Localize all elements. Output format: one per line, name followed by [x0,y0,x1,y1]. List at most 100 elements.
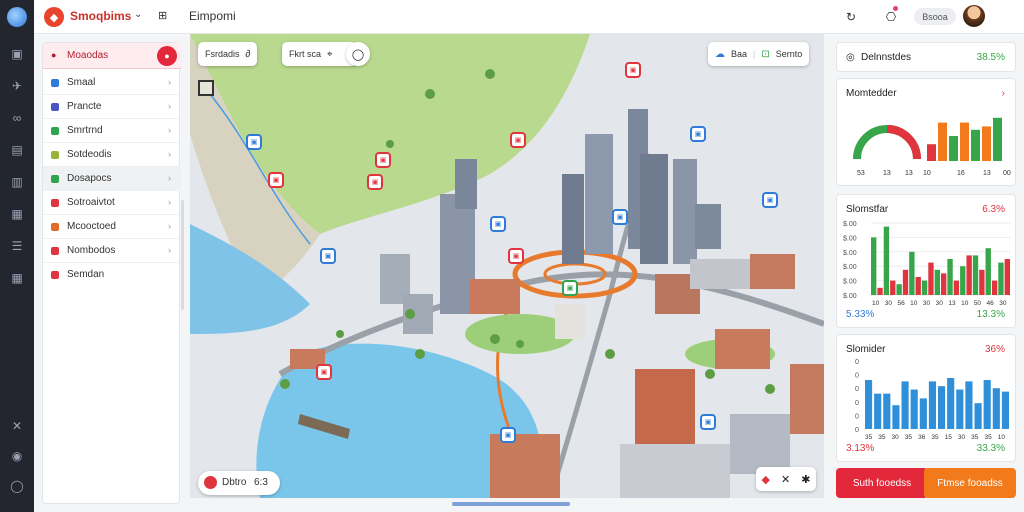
selection-tool[interactable] [198,80,214,96]
y-tick-label: 0 [855,427,859,434]
sidebar-item[interactable]: Dosapocs › [43,167,181,191]
document-icon[interactable]: ▦ [9,206,25,222]
bar-chart-card[interactable]: Slomstfar 6.3% $.00 $.00 $.00 $.00 $.00 $.00 1… [836,194,1016,328]
sidebar-scrollbar[interactable] [181,200,184,310]
sidebar-item[interactable]: Nombodos › [43,239,181,263]
y-tick-label: 0 [855,373,859,380]
chevron-right-icon[interactable]: › [1002,88,1005,99]
tick-label: 13 [905,170,913,177]
table-icon[interactable]: ▦ [9,270,25,286]
notification-badge [893,6,898,11]
building-icon[interactable]: ▤ [9,142,25,158]
tools-icon[interactable]: ✕ [9,418,25,434]
chart-bar [928,381,936,429]
map-pin[interactable]: ▣ [490,216,506,232]
chevron-right-icon: › [168,197,171,207]
item-color-icon [51,103,59,111]
item-color-icon [51,199,59,207]
close-icon[interactable]: ✕ [781,473,790,486]
x-tick-label: 10 [910,300,918,307]
blue-bar-chart: 0 0 0 0 0 0 35 35 30 35 36 35 15 30 35 35 10 [855,359,1009,441]
sidebar-item[interactable]: Sotdeodis › [43,143,181,167]
map-pin[interactable]: ▣ [508,248,524,264]
book-icon[interactable]: ▥ [9,174,25,190]
map-pin[interactable]: ▣ [320,248,336,264]
location-icon: ⌖ [327,48,333,60]
sidebar-item[interactable]: Smrtrnd › [43,119,181,143]
grid-icon[interactable]: ⊞ [158,9,167,22]
sidebar-item[interactable]: Prancte › [43,95,181,119]
add-button[interactable]: ● [157,46,177,66]
tick-label: 13 [883,170,891,177]
chart-bar [909,251,915,295]
map-scrollbar[interactable] [452,502,570,506]
settings-icon[interactable]: ✱ [801,473,810,486]
user-icon[interactable]: ◯ [9,478,25,494]
brand-name[interactable]: Smoqbims [70,9,131,23]
view-toggle[interactable]: ☁ Baa | ⊡ Sernto [708,42,810,66]
x-tick-label: 36 [918,434,926,441]
sidebar-item[interactable]: Sotroaivtot › [43,191,181,215]
map-pin[interactable]: ▣ [690,126,706,142]
sidebar-item[interactable]: Mcooctoed › [43,215,181,239]
refresh-icon[interactable]: ↻ [842,8,860,26]
chart-bar [941,273,947,295]
chart-bar [979,269,985,295]
map-pin[interactable]: ▣ [625,62,641,78]
map-pin[interactable]: ▣ [246,134,262,150]
chart-bar [960,122,969,161]
search-icon[interactable]: ◯ [346,42,370,66]
map-pin[interactable]: ▣ [700,414,716,430]
item-color-icon [51,271,59,279]
chart-bar [928,262,934,295]
status-pill[interactable]: Bsooa [914,8,956,25]
layers-icon[interactable]: ▣ [9,46,25,62]
app-logo-icon[interactable] [7,7,27,27]
y-tick-label: $.00 [843,264,857,271]
chart-bar [865,380,873,429]
column-chart-card[interactable]: Slomider 36% 0 0 0 0 0 0 35 35 30 35 36 35 15 30 35 35 1… [836,334,1016,462]
chart-bar [874,393,882,429]
chart-bar [890,280,896,295]
chart-bar [960,266,966,295]
city-map[interactable]: Fsrdadis ∂ Fkrt sca ⌖ ◯ ☁ Baa | ⊡ Sernto… [190,34,824,498]
chevron-right-icon: › [168,101,171,111]
link-icon[interactable]: ∞ [9,110,25,126]
map-pin[interactable]: ▣ [562,280,578,296]
primary-action-button[interactable]: Suth fooedss [836,468,928,498]
location-pin-icon [204,476,217,489]
notification-icon[interactable]: ⎔ [882,8,900,26]
map-pin[interactable]: ▣ [375,152,391,168]
map-pin[interactable]: ▣ [500,427,516,443]
chevron-down-icon[interactable]: ⌄ [134,9,142,20]
list-icon[interactable]: ☰ [9,238,25,254]
map-status[interactable]: Dbtro 6:3 [198,471,280,495]
map-pin[interactable]: ▣ [762,192,778,208]
avatar[interactable] [963,5,985,27]
sidebar-item[interactable]: Semdan [43,263,181,287]
map-pin[interactable]: ▣ [316,364,332,380]
layer-select[interactable]: Fsrdadis ∂ [198,42,258,66]
summary-card[interactable]: ◎ Delnnstdes 38.5% [836,42,1016,72]
x-tick-label: 10 [961,300,969,307]
gauge-card[interactable]: Momtedder › 53 13 13 10 16 13 00 [836,78,1016,186]
chart-bar [1004,259,1010,295]
chart-bar [972,255,979,295]
map-pin[interactable]: ▣ [367,174,383,190]
x-tick-label: 35 [865,434,873,441]
column-chart-title: Slomider [846,344,886,355]
secondary-action-button[interactable]: Ftmse fooadss [924,468,1016,498]
brand-logo-icon[interactable]: ◆ [44,7,64,27]
map-pin[interactable]: ▣ [612,209,628,225]
sidebar-item[interactable]: Smaal › [43,71,181,95]
chart-bar [871,237,877,295]
plane-icon[interactable]: ✈ [9,78,25,94]
globe-icon[interactable]: ◉ [9,448,25,464]
map-pin[interactable]: ▣ [510,132,526,148]
marker-icon[interactable]: ◆ [762,473,770,486]
chart-bar [902,269,909,295]
summary-value: 38.5% [976,52,1005,63]
map-controls[interactable]: ◆ ✕ ✱ [756,467,816,491]
chart-bar [883,226,890,295]
map-pin[interactable]: ▣ [268,172,284,188]
